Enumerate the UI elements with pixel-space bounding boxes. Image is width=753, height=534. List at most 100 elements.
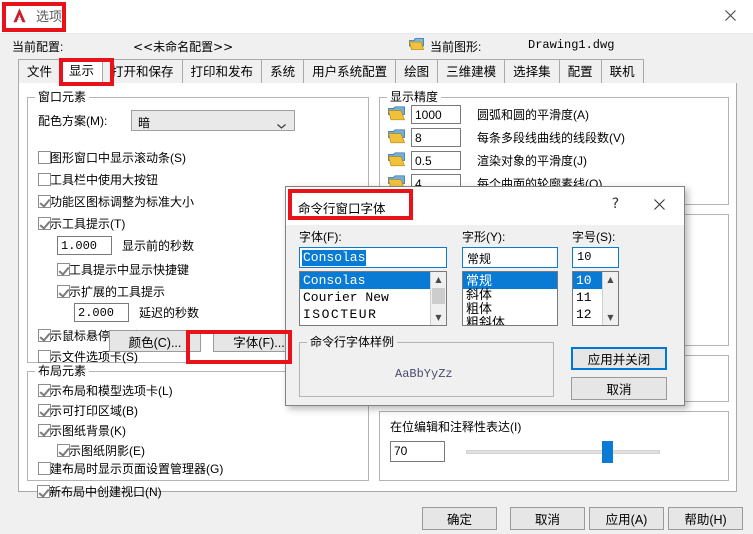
checkbox-scrollbars[interactable]: 在图形窗口中显示滚动条(S) (38, 149, 186, 166)
checkbox-create-viewport[interactable]: 在新布局中创建视口(N) (37, 483, 162, 500)
checkbox-label: 显示布局和模型选项卡(L) (38, 384, 173, 398)
cancel-button[interactable]: 取消 (510, 507, 585, 530)
style-list-item[interactable]: 粗斜体 (463, 314, 557, 325)
scroll-down-icon[interactable]: ▼ (431, 310, 446, 325)
checkbox-show-tooltips[interactable]: 显示工具提示(T) (38, 215, 125, 232)
scroll-up-icon[interactable]: ▲ (603, 272, 618, 287)
tab-plot-publish[interactable]: 打印和发布 (181, 59, 263, 84)
font-input-value: Consolas (302, 250, 367, 266)
current-drawing-value: Drawing1.dwg (528, 38, 615, 52)
fade-value-input[interactable]: 70 (390, 441, 445, 462)
font-style-listbox[interactable]: 常规 斜体 粗体 粗斜体 (462, 271, 558, 326)
tab-profiles[interactable]: 配置 (558, 59, 602, 84)
checkbox-label: 显示可打印区域(B) (38, 404, 138, 418)
checkbox-box (37, 485, 50, 498)
checkbox-box (38, 462, 51, 475)
window-close-button[interactable] (707, 0, 753, 31)
checkbox-label: 新建布局时显示页面设置管理器(G) (38, 462, 224, 476)
arc-circle-smoothness-label: 圆弧和圆的平滑度(A) (477, 108, 589, 122)
fade-slider-track[interactable] (466, 450, 660, 454)
tab-3d-modeling[interactable]: 三维建模 (437, 59, 506, 84)
display-resolution-caption: 显示精度 (387, 90, 442, 104)
font-size-input[interactable]: 10 (572, 247, 619, 268)
checkbox-ribbon-icon-size[interactable]: 将功能区图标调整为标准大小 (38, 193, 194, 210)
drawing-setting-icon (388, 129, 406, 144)
checkbox-label: 显示扩展的工具提示 (57, 285, 166, 299)
close-icon (724, 10, 736, 21)
checkbox-label: 显示图纸背景(K) (38, 424, 126, 438)
checkbox-label: 显示工具提示(T) (38, 217, 126, 231)
font-sample-text: AaBbYyZz (395, 367, 453, 381)
extended-delay-label: 延迟的秒数 (139, 306, 200, 320)
tab-files[interactable]: 文件 (18, 59, 62, 84)
profile-bar: 当前配置: <<未命名配置>> 当前图形: Drawing1.dwg (0, 34, 753, 56)
tab-selection[interactable]: 选择集 (504, 59, 560, 84)
font-input[interactable]: Consolas (299, 247, 447, 268)
font-list-item[interactable]: ISOCTEUR (300, 306, 435, 323)
font-list-scrollbar[interactable]: ▲ ▼ (430, 272, 446, 325)
checkbox-printable-area[interactable]: 显示可打印区域(B) (38, 402, 138, 419)
tooltip-delay-input[interactable]: 1.000 (57, 236, 112, 255)
checkbox-extended-tooltips[interactable]: 显示扩展的工具提示 (57, 283, 165, 300)
fade-control-label: 在位编辑和注释性表达(I) (390, 420, 522, 434)
checkbox-box (38, 329, 51, 342)
tab-user-prefs[interactable]: 用户系统配置 (303, 59, 397, 84)
window-elements-caption: 窗口元素 (35, 90, 90, 104)
fade-slider-thumb[interactable] (602, 441, 613, 463)
scroll-down-icon[interactable]: ▼ (603, 310, 618, 325)
checkbox-large-buttons[interactable]: 在工具栏中使用大按钮 (38, 171, 158, 188)
font-size-listbox[interactable]: 10 11 12 14 ▲ ▼ (572, 271, 619, 326)
font-style-input[interactable]: 常规 (462, 247, 558, 268)
apply-button[interactable]: 应用(A) (589, 507, 664, 530)
help-button[interactable]: 帮助(H) (668, 507, 743, 530)
tab-strip: 文件 显示 打开和保存 打印和发布 系统 用户系统配置 绘图 三维建模 选择集 … (18, 58, 735, 85)
checkbox-label: 在新布局中创建视口(N) (37, 485, 162, 499)
window-titlebar: 选项 (0, 0, 753, 34)
checkbox-layout-model-tabs[interactable]: 显示布局和模型选项卡(L) (38, 382, 173, 399)
checkbox-box (38, 404, 51, 417)
size-list-scrollbar[interactable]: ▲ ▼ (602, 272, 618, 325)
checkbox-box (38, 350, 51, 363)
modal-close-button[interactable] (638, 187, 680, 221)
tab-display[interactable]: 显示 (60, 58, 104, 84)
color-scheme-combo[interactable]: 暗 (131, 110, 295, 131)
modal-title-text: 命令行窗口字体 (298, 202, 386, 216)
checkbox-shortcut-keys[interactable]: 在工具提示中显示快捷键 (57, 261, 189, 278)
font-sample-caption: 命令行字体样例 (307, 335, 398, 349)
apply-and-close-button[interactable]: 应用并关闭 (571, 347, 667, 370)
font-list-item[interactable]: Courier New (300, 289, 435, 306)
arc-circle-smoothness-input[interactable]: 1000 (411, 105, 461, 124)
tab-online[interactable]: 联机 (600, 59, 644, 84)
checkbox-box (57, 444, 70, 457)
scroll-up-icon[interactable]: ▲ (431, 272, 446, 287)
tab-system[interactable]: 系统 (261, 59, 305, 84)
chevron-down-icon (277, 118, 286, 129)
current-drawing-label: 当前图形: (430, 40, 482, 54)
checkbox-label: 在工具栏中使用大按钮 (38, 173, 159, 187)
font-listbox[interactable]: Consolas Courier New ISOCTEUR ▲ ▼ (299, 271, 447, 326)
colors-button[interactable]: 颜色(C)... (109, 330, 201, 352)
color-scheme-label: 配色方案(M): (38, 114, 108, 128)
font-list-item[interactable]: Consolas (300, 272, 435, 289)
ok-button[interactable]: 确定 (422, 507, 497, 530)
autocad-a-logo-icon (10, 6, 29, 25)
help-question-icon[interactable]: ? (599, 187, 632, 221)
current-profile-value: <<未命名配置>> (133, 40, 234, 54)
font-size-input-value: 10 (577, 250, 592, 264)
checkbox-paper-background[interactable]: 显示图纸背景(K) (38, 422, 126, 439)
tab-open-save[interactable]: 打开和保存 (102, 59, 183, 84)
tab-drafting[interactable]: 绘图 (395, 59, 439, 84)
checkbox-paper-shadow[interactable]: 显示图纸阴影(E) (57, 442, 145, 459)
modal-cancel-button[interactable]: 取消 (571, 377, 667, 400)
rendered-smoothness-input[interactable]: 0.5 (411, 151, 461, 170)
checkbox-label: 将功能区图标调整为标准大小 (38, 195, 195, 209)
options-dialog: 选项 当前配置: <<未命名配置>> 当前图形: Drawing1.dwg 文件… (0, 0, 753, 534)
polyline-segments-input[interactable]: 8 (411, 128, 461, 147)
polyline-segments-label: 每条多段线曲线的线段数(V) (477, 131, 625, 145)
extended-delay-input[interactable]: 2.000 (74, 303, 129, 322)
font-style-label: 字形(Y): (462, 230, 506, 244)
font-style-input-value: 常规 (467, 252, 492, 266)
scrollbar-thumb[interactable] (432, 288, 445, 304)
checkbox-page-setup-manager[interactable]: 新建布局时显示页面设置管理器(G) (38, 460, 223, 477)
layout-elements-caption: 布局元素 (35, 364, 90, 378)
